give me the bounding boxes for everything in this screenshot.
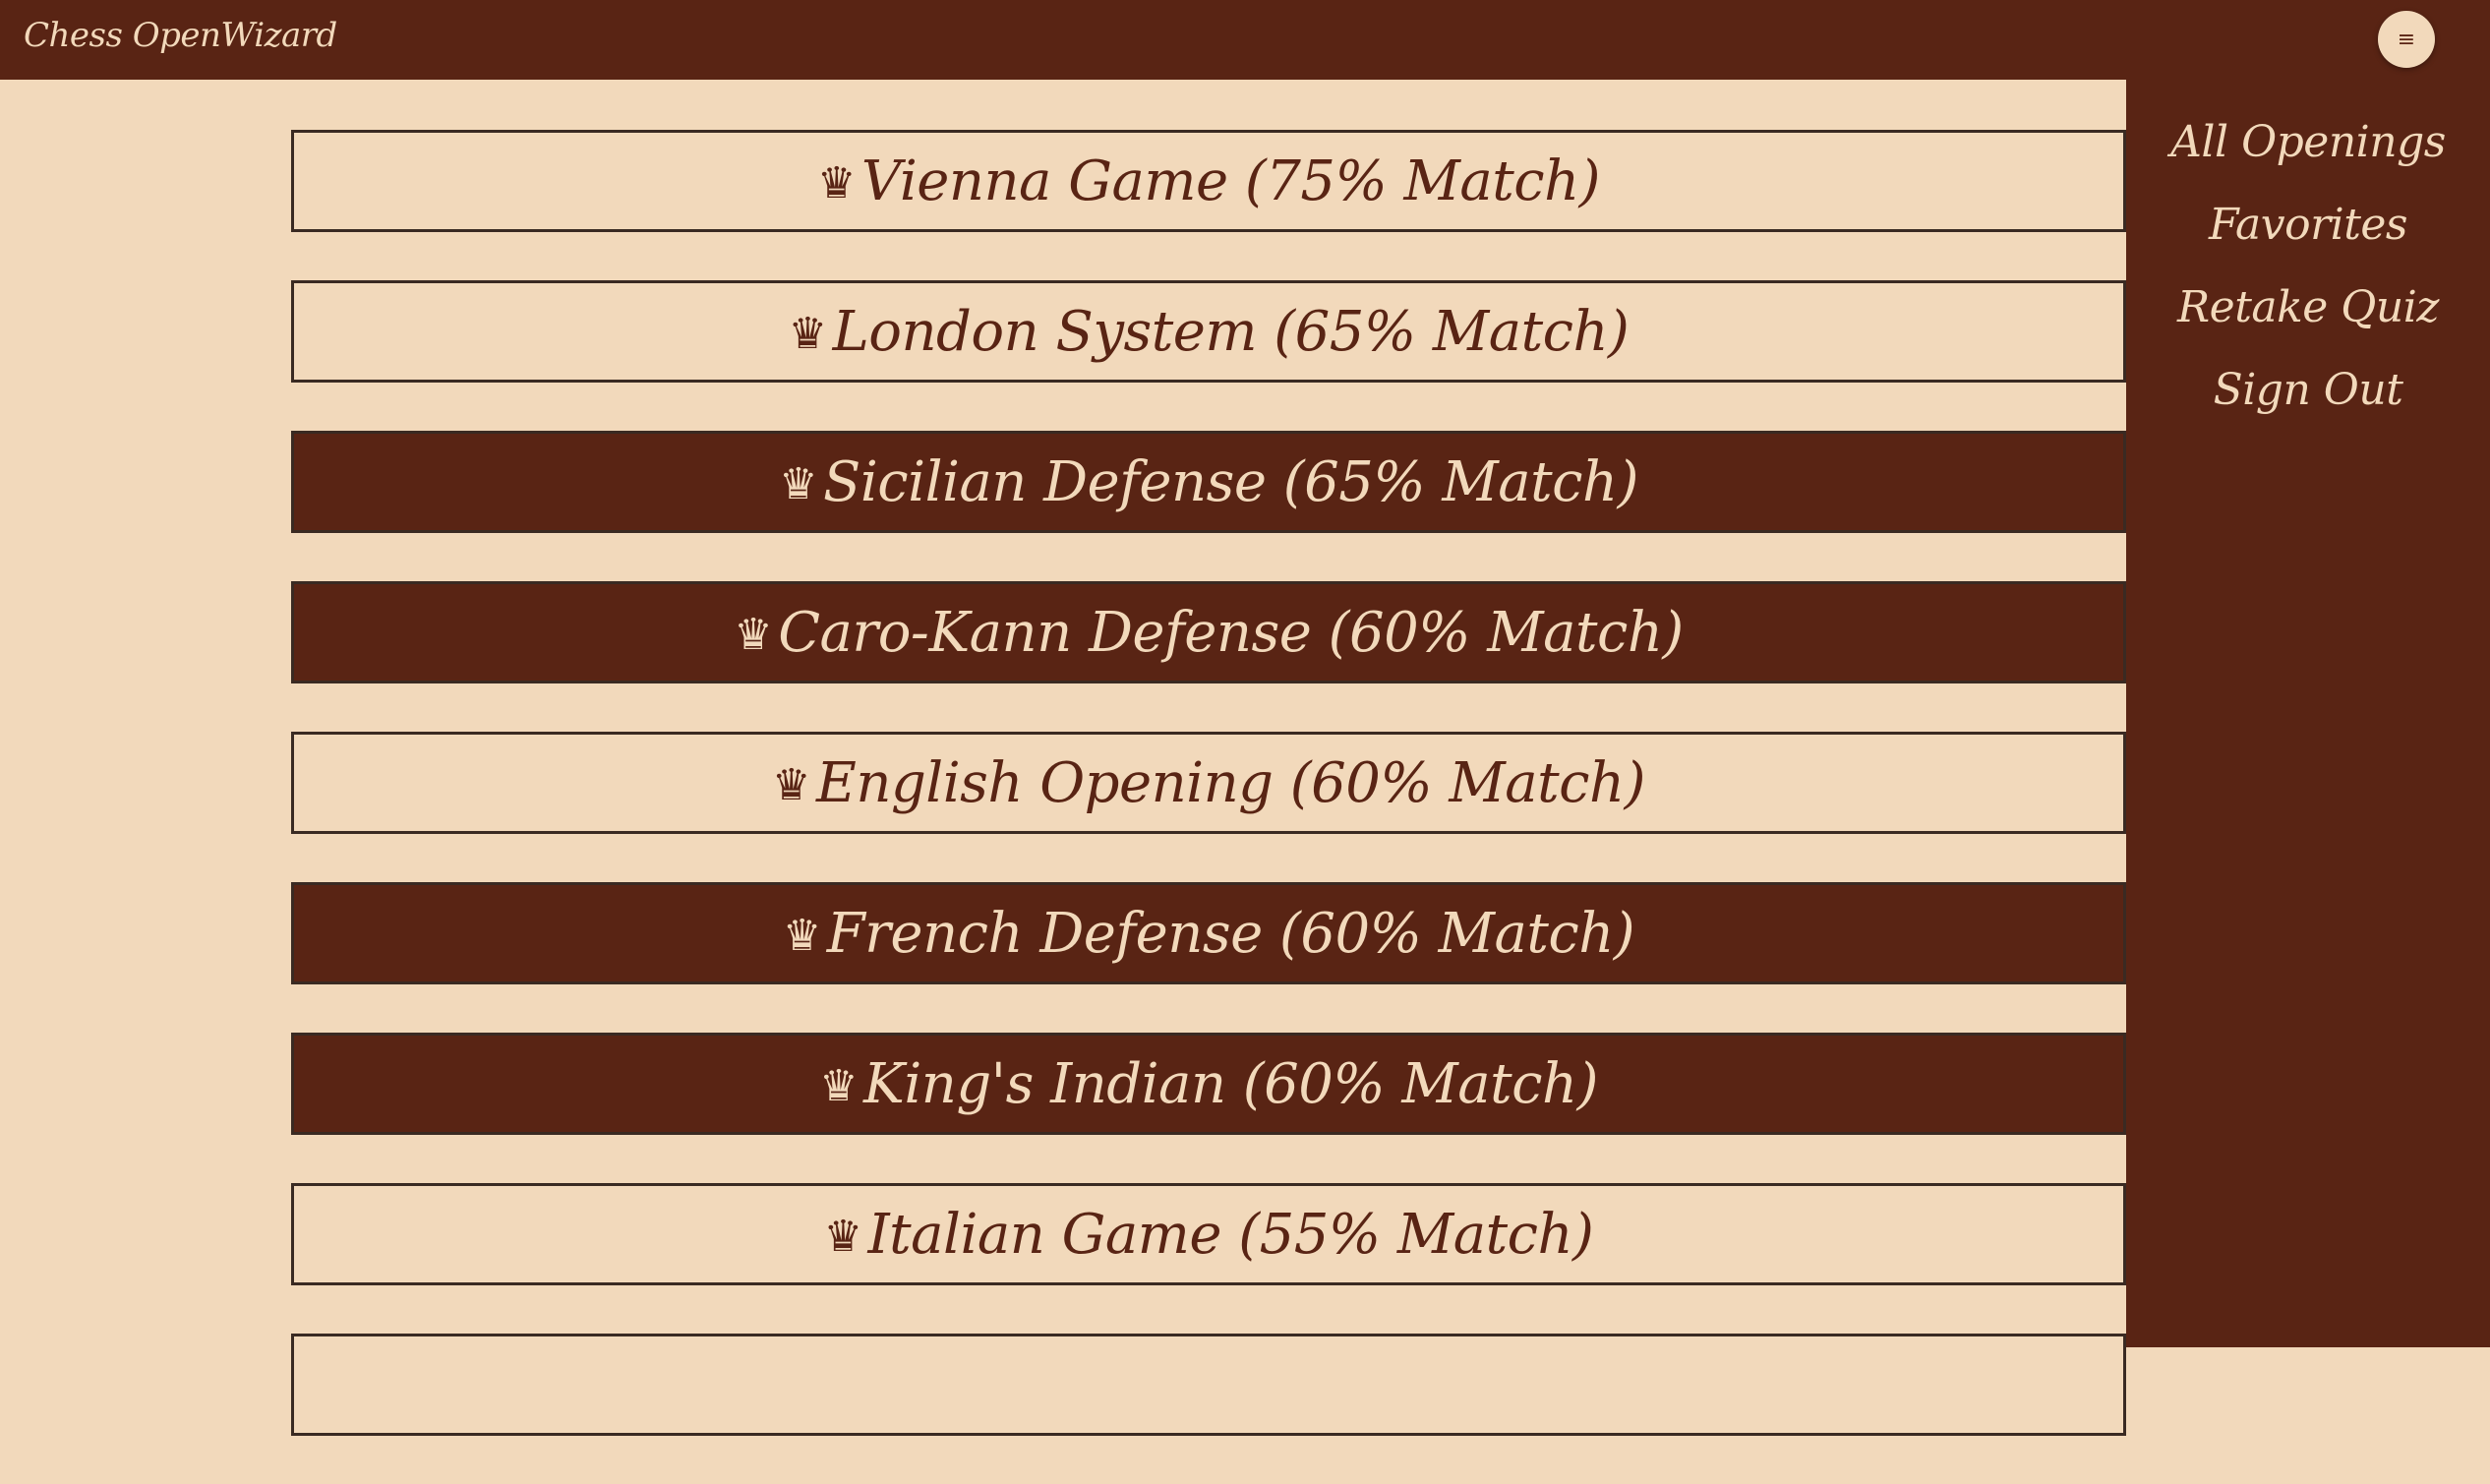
app-title[interactable]: Chess OpenWizard xyxy=(24,16,337,55)
queen-icon: ♛ xyxy=(779,458,818,509)
queen-icon: ♛ xyxy=(819,1060,859,1111)
drawer-link-favorites[interactable]: Favorites xyxy=(2126,184,2490,267)
opening-label: Sicilian Defense (65% Match) xyxy=(823,449,1638,514)
opening-label: Vienna Game (75% Match) xyxy=(860,148,1601,213)
queen-icon: ♛ xyxy=(788,308,827,359)
opening-item-sicilian-defense[interactable]: ♛ Sicilian Defense (65% Match) xyxy=(291,431,2126,533)
opening-item-partial[interactable] xyxy=(291,1334,2126,1436)
top-bar: Chess OpenWizard ≡ xyxy=(0,0,2490,80)
queen-icon: ♛ xyxy=(772,759,810,810)
opening-item-english-opening[interactable]: ♛ English Opening (60% Match) xyxy=(291,732,2126,834)
queen-icon: ♛ xyxy=(782,910,821,961)
opening-label: English Opening (60% Match) xyxy=(816,750,1645,815)
opening-label: London System (65% Match) xyxy=(832,299,1630,364)
menu-toggle-button[interactable]: ≡ xyxy=(2378,11,2435,68)
opening-label: Italian Game (55% Match) xyxy=(867,1202,1594,1267)
hamburger-icon: ≡ xyxy=(2397,28,2416,52)
drawer-link-sign-out[interactable]: Sign Out xyxy=(2126,349,2490,432)
opening-item-london-system[interactable]: ♛ London System (65% Match) xyxy=(291,280,2126,383)
opening-item-french-defense[interactable]: ♛ French Defense (60% Match) xyxy=(291,882,2126,984)
opening-label: French Defense (60% Match) xyxy=(826,901,1635,966)
opening-item-italian-game[interactable]: ♛ Italian Game (55% Match) xyxy=(291,1183,2126,1285)
opening-label: King's Indian (60% Match) xyxy=(863,1051,1598,1116)
opening-label: Caro-Kann Defense (60% Match) xyxy=(778,600,1684,665)
side-drawer: All Openings Favorites Retake Quiz Sign … xyxy=(2126,80,2490,1347)
drawer-link-all-openings[interactable]: All Openings xyxy=(2126,101,2490,184)
opening-item-vienna-game[interactable]: ♛ Vienna Game (75% Match) xyxy=(291,130,2126,232)
opening-item-caro-kann-defense[interactable]: ♛ Caro-Kann Defense (60% Match) xyxy=(291,581,2126,683)
opening-item-kings-indian[interactable]: ♛ King's Indian (60% Match) xyxy=(291,1033,2126,1135)
queen-icon: ♛ xyxy=(734,609,773,660)
opening-list: ♛ Vienna Game (75% Match) ♛ London Syste… xyxy=(291,130,2126,1484)
queen-icon: ♛ xyxy=(823,1211,862,1262)
drawer-link-retake-quiz[interactable]: Retake Quiz xyxy=(2126,267,2490,349)
queen-icon: ♛ xyxy=(816,157,856,208)
